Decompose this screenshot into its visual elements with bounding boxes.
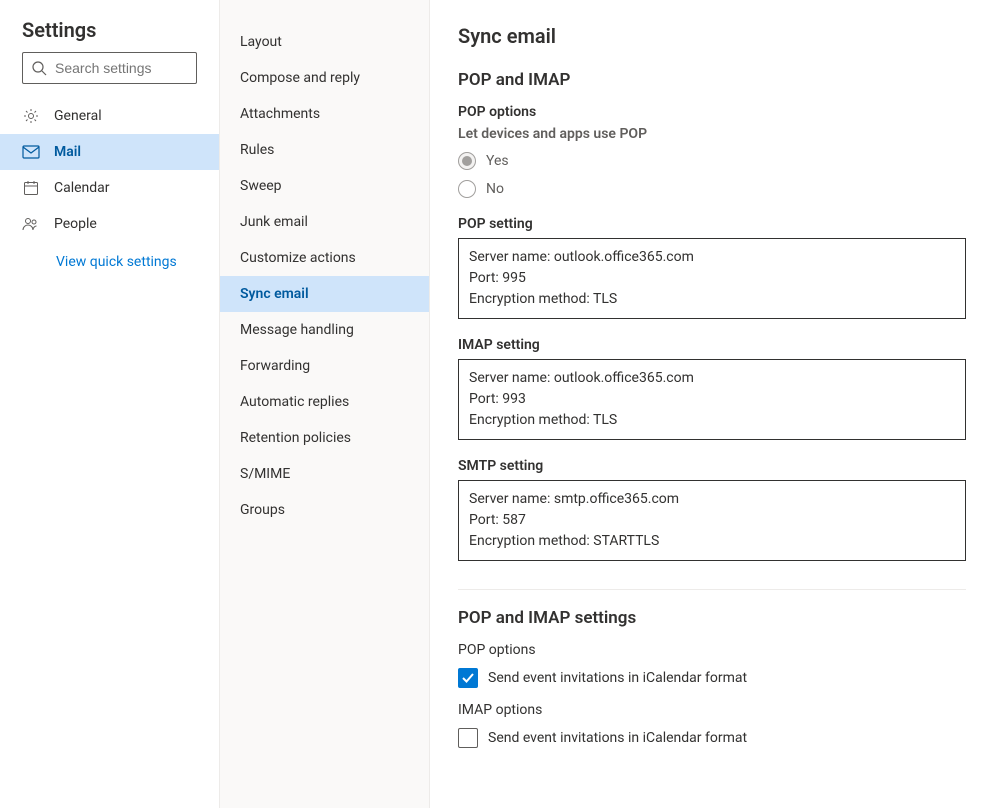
settings-category-panel: Settings General Mail Calendar xyxy=(0,0,220,808)
checkbox-unchecked-icon xyxy=(458,728,478,748)
pop-enc: Encryption method: TLS xyxy=(469,289,955,310)
sub-item-s-mime[interactable]: S/MIME xyxy=(220,456,429,492)
section-pop-imap-heading: POP and IMAP xyxy=(458,70,966,90)
category-general[interactable]: General xyxy=(0,98,219,134)
view-quick-settings-link[interactable]: View quick settings xyxy=(0,242,219,270)
imap-port: Port: 993 xyxy=(469,389,955,410)
category-people[interactable]: People xyxy=(0,206,219,242)
category-label: Mail xyxy=(54,144,81,160)
category-mail[interactable]: Mail xyxy=(0,134,219,170)
sub-item-forwarding[interactable]: Forwarding xyxy=(220,348,429,384)
pop-options-label: POP options xyxy=(458,104,966,120)
settings-title: Settings xyxy=(0,18,219,52)
smtp-port: Port: 587 xyxy=(469,510,955,531)
pop-radio-yes[interactable]: Yes xyxy=(458,152,966,170)
checkbox-checked-icon xyxy=(458,668,478,688)
category-label: General xyxy=(54,108,102,124)
pop-options-label-2: POP options xyxy=(458,642,966,658)
sub-item-sync-email[interactable]: Sync email xyxy=(220,276,429,312)
radio-icon xyxy=(458,152,476,170)
sub-item-customize-actions[interactable]: Customize actions xyxy=(220,240,429,276)
imap-enc: Encryption method: TLS xyxy=(469,410,955,431)
pop-radio-no[interactable]: No xyxy=(458,180,966,198)
search-icon xyxy=(31,60,47,76)
smtp-enc: Encryption method: STARTTLS xyxy=(469,531,955,552)
settings-subsection-panel: Layout Compose and reply Attachments Rul… xyxy=(220,0,430,808)
pop-setting-box: Server name: outlook.office365.com Port:… xyxy=(458,238,966,319)
sub-item-automatic-replies[interactable]: Automatic replies xyxy=(220,384,429,420)
sub-item-layout[interactable]: Layout xyxy=(220,24,429,60)
smtp-setting-title: SMTP setting xyxy=(458,458,966,474)
sub-item-attachments[interactable]: Attachments xyxy=(220,96,429,132)
imap-options-label-2: IMAP options xyxy=(458,702,966,718)
radio-label: Yes xyxy=(486,153,509,169)
sub-item-groups[interactable]: Groups xyxy=(220,492,429,528)
radio-label: No xyxy=(486,181,504,197)
settings-app: Settings General Mail Calendar xyxy=(0,0,1006,808)
imap-setting-title: IMAP setting xyxy=(458,337,966,353)
category-calendar[interactable]: Calendar xyxy=(0,170,219,206)
smtp-setting-box: Server name: smtp.office365.com Port: 58… xyxy=(458,480,966,561)
imap-setting-box: Server name: outlook.office365.com Port:… xyxy=(458,359,966,440)
pop-server: Server name: outlook.office365.com xyxy=(469,247,955,268)
sub-item-retention-policies[interactable]: Retention policies xyxy=(220,420,429,456)
category-label: People xyxy=(54,216,97,232)
sub-item-junk-email[interactable]: Junk email xyxy=(220,204,429,240)
page-title: Sync email xyxy=(458,24,966,48)
gear-icon xyxy=(22,108,40,124)
sub-item-message-handling[interactable]: Message handling xyxy=(220,312,429,348)
pop-options-sublabel: Let devices and apps use POP xyxy=(458,126,966,142)
checkbox-label: Send event invitations in iCalendar form… xyxy=(488,730,747,746)
section-pop-imap-settings-heading: POP and IMAP settings xyxy=(458,608,966,628)
pop-setting-title: POP setting xyxy=(458,216,966,232)
calendar-icon xyxy=(22,180,40,196)
checkbox-label: Send event invitations in iCalendar form… xyxy=(488,670,747,686)
sub-item-compose-and-reply[interactable]: Compose and reply xyxy=(220,60,429,96)
settings-content-panel: Sync email POP and IMAP POP options Let … xyxy=(430,0,1006,808)
people-icon xyxy=(22,217,40,231)
category-label: Calendar xyxy=(54,180,110,196)
search-settings-box[interactable] xyxy=(22,52,197,84)
pop-port: Port: 995 xyxy=(469,268,955,289)
imap-ical-checkbox-row[interactable]: Send event invitations in iCalendar form… xyxy=(458,728,966,748)
search-input[interactable] xyxy=(53,59,188,77)
sub-item-rules[interactable]: Rules xyxy=(220,132,429,168)
imap-server: Server name: outlook.office365.com xyxy=(469,368,955,389)
radio-icon xyxy=(458,180,476,198)
sub-item-sweep[interactable]: Sweep xyxy=(220,168,429,204)
section-divider xyxy=(458,589,966,590)
pop-ical-checkbox-row[interactable]: Send event invitations in iCalendar form… xyxy=(458,668,966,688)
mail-icon xyxy=(22,145,40,159)
smtp-server: Server name: smtp.office365.com xyxy=(469,489,955,510)
